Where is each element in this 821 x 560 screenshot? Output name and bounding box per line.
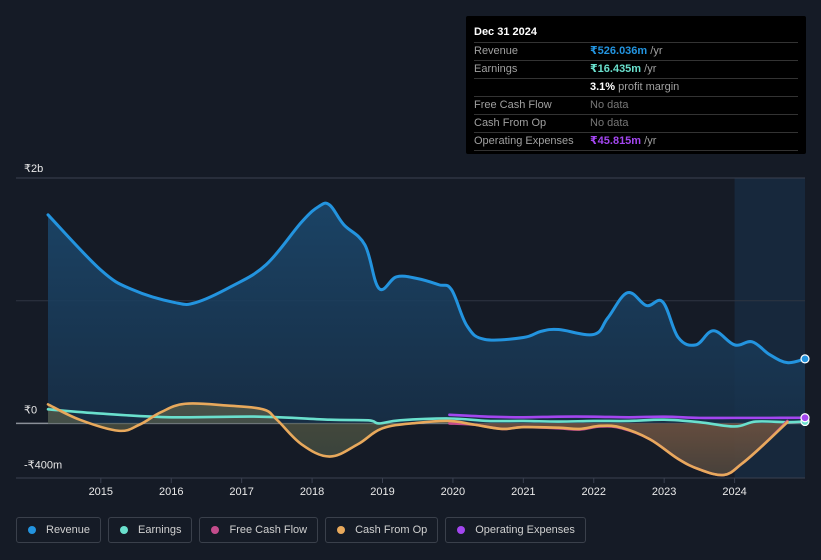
legend-item-free-cash-flow[interactable]: Free Cash Flow [199, 517, 319, 543]
x-tick-label: 2019 [370, 486, 394, 498]
revenue-endpoint [800, 354, 810, 364]
legend-dot-icon [28, 526, 36, 534]
tooltip: Dec 31 2024 Revenue ₹526.036m /yr Earnings… [466, 16, 806, 154]
tooltip-row: Revenue ₹526.036m /yr [474, 43, 798, 61]
tooltip-value: 3.1% profit margin [590, 81, 680, 93]
tooltip-label: Earnings [474, 63, 518, 75]
x-tick-label: 2023 [652, 486, 676, 498]
legend-label: Operating Expenses [475, 524, 575, 536]
legend-label: Cash From Op [355, 524, 428, 536]
legend: Revenue Earnings Free Cash Flow Cash From O… [16, 517, 586, 543]
legend-item-operating-expenses[interactable]: Operating Expenses [445, 517, 586, 543]
tooltip-label: Operating Expenses [474, 135, 574, 147]
tooltip-value: ₹45.815m /yr [590, 135, 657, 147]
x-tick-label: 2020 [441, 486, 465, 498]
legend-item-cash-from-op[interactable]: Cash From Op [325, 517, 439, 543]
tooltip-value: No data [590, 117, 629, 129]
tooltip-row: Operating Expenses ₹45.815m /yr [474, 133, 798, 151]
legend-item-earnings[interactable]: Earnings [108, 517, 193, 543]
x-tick-label: 2021 [511, 486, 535, 498]
tooltip-label [474, 79, 590, 96]
legend-dot-icon [211, 526, 220, 534]
legend-dot-icon [120, 526, 129, 534]
tooltip-label: Cash From Op [474, 117, 547, 129]
x-tick-label: 2018 [300, 486, 324, 498]
y-tick-label: ₹2b [24, 163, 43, 175]
revenue-area [48, 203, 805, 424]
y-tick-label: ₹0 [24, 404, 37, 416]
x-tick-label: 2015 [89, 486, 113, 498]
tooltip-row: Free Cash Flow No data [474, 97, 798, 115]
tooltip-label: Free Cash Flow [474, 99, 552, 111]
legend-dot-icon [337, 526, 346, 534]
x-tick-label: 2024 [722, 486, 746, 498]
legend-label: Revenue [46, 524, 91, 536]
legend-label: Earnings [138, 524, 182, 536]
x-tick-label: 2016 [159, 486, 183, 498]
tooltip-row: 3.1% profit margin [474, 79, 798, 97]
tooltip-row: Cash From Op No data [474, 115, 798, 133]
tooltip-value: ₹526.036m /yr [590, 45, 663, 57]
x-tick-label: 2017 [229, 486, 253, 498]
legend-item-revenue[interactable]: Revenue [16, 517, 102, 543]
x-tick-label: 2022 [582, 486, 606, 498]
tooltip-value: No data [590, 99, 629, 111]
operating-expenses-endpoint [800, 413, 810, 423]
legend-dot-icon [457, 526, 466, 534]
tooltip-label: Revenue [474, 45, 519, 57]
tooltip-row: Earnings ₹16.435m /yr [474, 61, 798, 79]
y-tick-label: -₹400m [24, 459, 62, 471]
tooltip-date: Dec 31 2024 [474, 23, 798, 43]
legend-label: Free Cash Flow [229, 524, 308, 536]
tooltip-value: ₹16.435m /yr [590, 63, 657, 75]
